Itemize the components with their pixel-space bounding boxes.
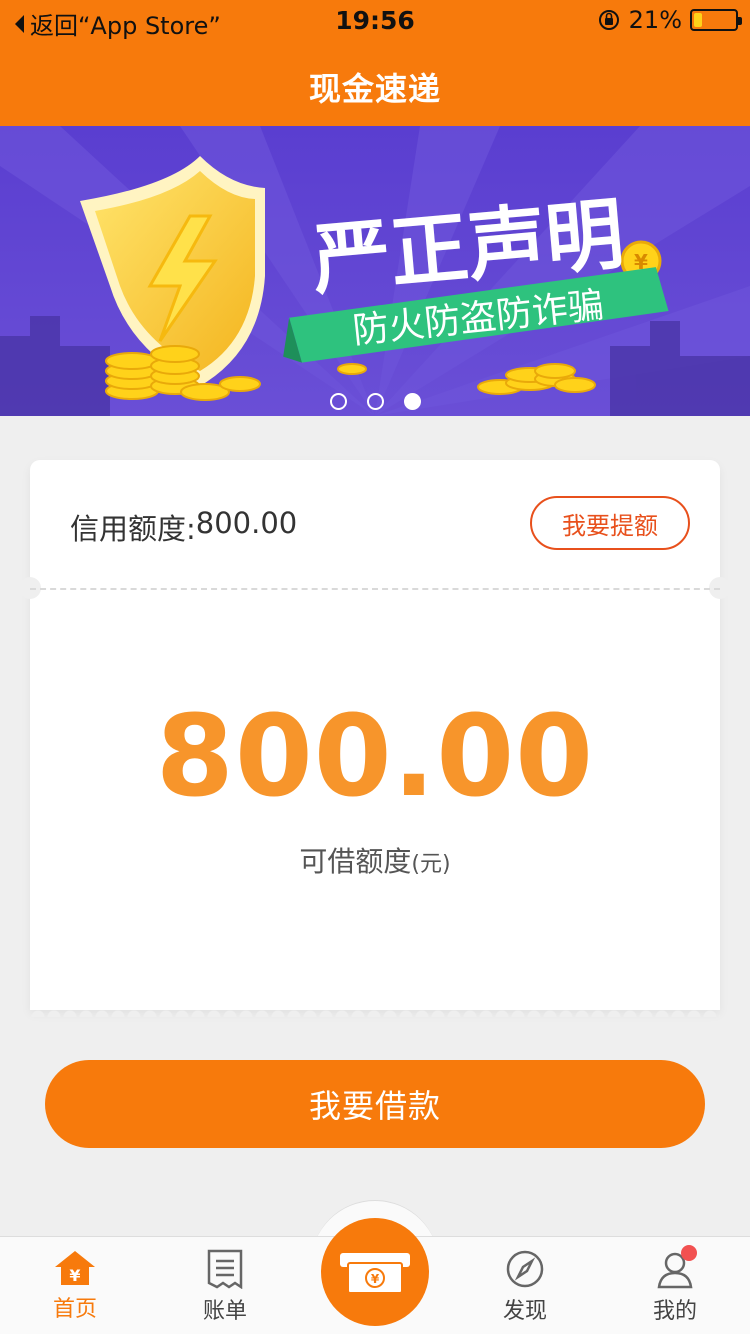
notification-badge <box>681 1245 697 1261</box>
scalloped-edge <box>30 1003 720 1017</box>
tab-bill[interactable]: 账单 <box>150 1249 300 1325</box>
home-yen-icon: ¥ <box>55 1251 95 1285</box>
battery-fill <box>694 13 702 27</box>
tab-cash[interactable]: ¥ <box>321 1218 429 1326</box>
promo-banner[interactable]: ¥ 严正声明 防火防盗防诈骗 <box>0 126 750 416</box>
carousel-dot[interactable] <box>403 393 421 410</box>
svg-text:¥: ¥ <box>69 1266 80 1285</box>
credit-limit: 信用额度: 800.00 <box>70 506 297 548</box>
dashed-divider <box>30 588 720 590</box>
carousel-dot[interactable] <box>329 393 347 410</box>
compass-icon <box>506 1250 544 1288</box>
credit-card: 信用额度: 800.00 我要提额 800.00 可借额度(元) <box>19 460 731 1017</box>
available-label-row: 可借额度(元) <box>30 840 720 880</box>
available-label: 可借额度 <box>299 845 412 878</box>
borrow-button[interactable]: 我要借款 <box>45 1060 705 1148</box>
tab-discover[interactable]: 发现 <box>450 1249 600 1325</box>
carousel-dot[interactable] <box>366 393 384 410</box>
status-bar: 返回“App Store” 19:56 21% <box>0 0 750 40</box>
bill-icon <box>207 1249 243 1289</box>
tab-home[interactable]: ¥ 首页 <box>0 1249 150 1323</box>
tab-label: 账单 <box>202 1299 247 1324</box>
banner-illustration: ¥ 严正声明 防火防盗防诈骗 <box>0 126 750 416</box>
credit-limit-label: 信用额度: <box>70 512 196 546</box>
page-title: 现金速递 <box>308 70 441 108</box>
raise-limit-button[interactable]: 我要提额 <box>530 496 690 550</box>
tab-label: 首页 <box>52 1297 97 1322</box>
cash-icon: ¥ <box>340 1253 410 1294</box>
tab-label: 我的 <box>652 1299 697 1324</box>
credit-limit-value: 800.00 <box>195 506 298 540</box>
orientation-lock-icon <box>598 10 619 30</box>
carousel-dots[interactable] <box>0 393 750 410</box>
tab-label: 发现 <box>502 1299 547 1324</box>
nav-bar: 现金速递 <box>0 40 750 126</box>
battery-percent: 21% <box>628 6 682 34</box>
tab-mine[interactable]: 我的 <box>600 1249 750 1325</box>
svg-text:¥: ¥ <box>371 1272 380 1286</box>
battery-icon <box>690 9 742 31</box>
available-unit: (元) <box>411 852 451 877</box>
available-amount: 800.00 <box>155 692 595 822</box>
